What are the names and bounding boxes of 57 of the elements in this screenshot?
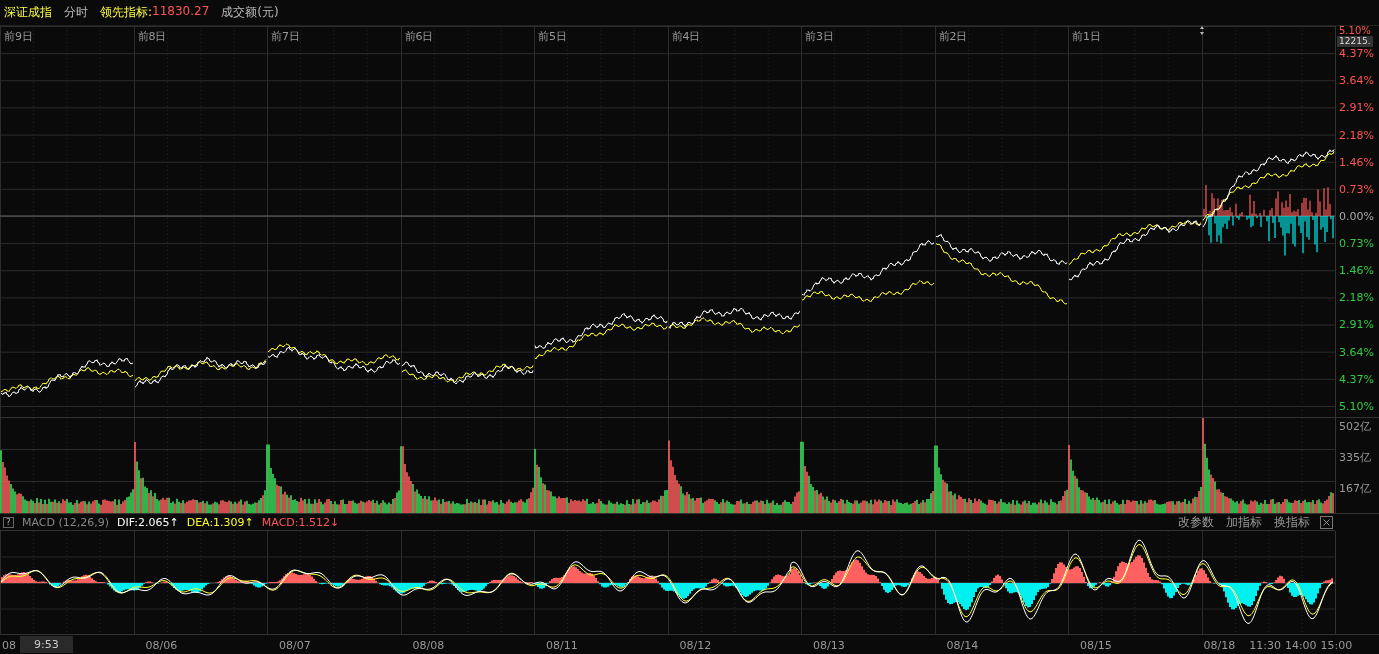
date-label: 15:00 (1320, 638, 1353, 652)
date-label: 08/15 (1080, 638, 1112, 652)
index-name: 深证成指 (4, 4, 52, 21)
day-label: 前4日 (670, 29, 702, 45)
day-label: 前7日 (270, 29, 301, 45)
date-label: 08 (2, 638, 16, 652)
axis-label: 2.91% (1338, 101, 1374, 115)
price-tag: 12215. (1337, 36, 1373, 47)
axis-label: 2.91% (1338, 318, 1374, 332)
leading-value: 11830.27 (152, 4, 210, 20)
axis-label: 1.46% (1338, 155, 1374, 169)
axis-label: 4.37% (1338, 372, 1374, 386)
date-label: 08/06 (145, 638, 178, 652)
axis-label: 0.73% (1338, 182, 1374, 196)
dea-value: DEA:1.309↑ (186, 515, 254, 529)
axis-label: 0.73% (1338, 237, 1374, 250)
date-label: 08/08 (412, 638, 445, 652)
date-label: 08/07 (279, 638, 311, 652)
indicator-name: MACD (12,26,9) (22, 515, 110, 529)
indicator-button[interactable]: 改参数 (1176, 513, 1216, 531)
macd-value: MACD:1.512↓ (261, 515, 340, 529)
day-label: 前2日 (937, 29, 969, 45)
help-button[interactable]: ? (3, 516, 14, 528)
axis-label: 5.10% (1338, 399, 1374, 413)
indicator-button[interactable]: 加指标 (1224, 513, 1264, 531)
cursor-marker-icon (1200, 26, 1204, 35)
axis-label: 4.37% (1338, 47, 1374, 61)
date-label: 08/12 (679, 638, 712, 652)
axis-label: 2.18% (1338, 128, 1374, 142)
day-label: 前3日 (804, 29, 835, 45)
indicator-button[interactable]: 换指标 (1272, 513, 1312, 531)
close-icon[interactable] (1320, 515, 1333, 529)
date-label: 08/18 (1203, 638, 1236, 652)
axis-label: 1.46% (1338, 264, 1374, 278)
axis-label: 335亿 (1338, 451, 1372, 466)
date-label: 11:30 (1249, 638, 1281, 652)
cursor-time: 9:53 (20, 636, 73, 653)
date-label: 08/14 (946, 638, 979, 652)
axis-label: 3.64% (1338, 74, 1374, 88)
day-label: 前9日 (3, 29, 34, 45)
day-label: 前5日 (537, 29, 568, 45)
leading-label: 领先指标: (100, 4, 153, 21)
day-label: 前8日 (136, 29, 168, 45)
mode-label: 分时 (64, 4, 88, 21)
axis-label: 502亿 (1338, 420, 1372, 435)
volume-label: 成交额(元) (221, 4, 279, 21)
date-label: 08/11 (546, 638, 578, 652)
axis-label: 3.64% (1338, 345, 1374, 359)
day-label: 前6日 (403, 29, 435, 45)
axis-label: 5.10% (1338, 26, 1371, 33)
date-label: 08/13 (813, 638, 845, 652)
axis-label: 2.18% (1338, 291, 1374, 305)
date-label: 14:00 (1284, 638, 1317, 652)
day-label: 前1日 (1071, 29, 1102, 45)
axis-label: 167亿 (1338, 482, 1372, 497)
axis-label: 0.00% (1338, 209, 1374, 223)
dif-value: DIF:2.065↑ (117, 515, 179, 529)
